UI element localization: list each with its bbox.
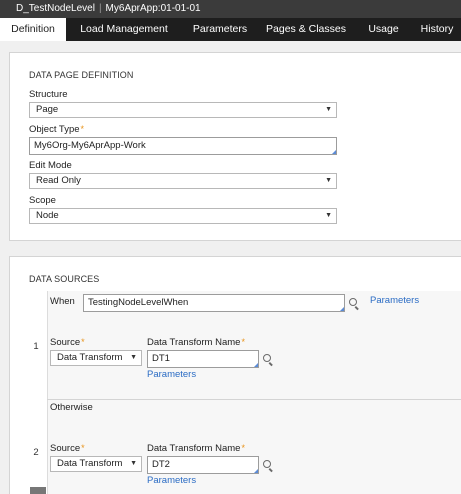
rule-title-bar: D_TestNodeLevel | My6AprApp:01-01-01 — [0, 0, 461, 18]
caret-down-icon: ▼ — [325, 106, 332, 113]
asterisk-icon: * — [80, 124, 85, 134]
asterisk-icon: * — [81, 337, 85, 347]
structure-label: Structure — [29, 89, 68, 100]
tab-pages-classes[interactable]: Pages & Classes — [258, 18, 354, 41]
autocomplete-corner-icon — [254, 363, 258, 367]
tab-bar: Definition Load Management Parameters Pa… — [0, 18, 461, 41]
autocomplete-corner-icon — [254, 469, 258, 473]
search-icon[interactable] — [263, 460, 275, 472]
source-select[interactable]: Data Transform ▼ — [50, 456, 142, 472]
object-type-label: Object Type* — [29, 124, 85, 135]
object-type-value: My6Org-My6AprApp-Work — [34, 140, 146, 151]
asterisk-icon: * — [241, 443, 245, 453]
data-transform-name-value: DT1 — [152, 353, 170, 364]
source-label: Source* — [50, 443, 85, 454]
tab-parameters[interactable]: Parameters — [182, 18, 258, 41]
tab-load-management[interactable]: Load Management — [66, 18, 182, 41]
row-number: 2 — [33, 447, 39, 458]
search-icon[interactable] — [263, 354, 275, 366]
data-page-definition-panel: DATA PAGE DEFINITION Structure Page ▼ Ob… — [9, 52, 461, 241]
title-separator: | — [98, 3, 102, 14]
data-transform-name-input[interactable]: DT1 — [147, 350, 259, 368]
data-transform-name-input[interactable]: DT2 — [147, 456, 259, 474]
asterisk-icon: * — [241, 337, 245, 347]
tab-usage[interactable]: Usage — [354, 18, 413, 41]
search-icon[interactable] — [349, 298, 361, 310]
autocomplete-corner-icon — [340, 307, 344, 311]
otherwise-label: Otherwise — [50, 402, 93, 413]
caret-down-icon: ▼ — [130, 460, 137, 467]
structure-value: Page — [36, 104, 59, 115]
parameters-link[interactable]: Parameters — [147, 475, 196, 486]
rule-name: D_TestNodeLevel — [16, 3, 95, 14]
caret-down-icon: ▼ — [325, 212, 332, 219]
edit-mode-value: Read Only — [36, 175, 81, 186]
autocomplete-corner-icon — [332, 150, 336, 154]
section-title: DATA SOURCES — [29, 274, 100, 284]
structure-select[interactable]: Page ▼ — [29, 102, 337, 118]
scroll-indicator — [30, 487, 46, 494]
edit-mode-label: Edit Mode — [29, 160, 72, 171]
when-value: TestingNodeLevelWhen — [88, 297, 189, 308]
data-transform-name-label: Data Transform Name* — [147, 443, 245, 454]
data-transform-name-label: Data Transform Name* — [147, 337, 245, 348]
data-source-row — [47, 400, 461, 494]
scope-value: Node — [36, 210, 59, 221]
when-label: When — [50, 296, 75, 307]
tab-history[interactable]: History — [413, 18, 461, 41]
tab-definition[interactable]: Definition — [0, 18, 66, 41]
caret-down-icon: ▼ — [325, 177, 332, 184]
data-sources-panel: DATA SOURCES 1 When TestingNodeLevelWhen… — [9, 256, 461, 494]
source-label: Source* — [50, 337, 85, 348]
when-parameters-link[interactable]: Parameters — [370, 295, 419, 306]
when-input[interactable]: TestingNodeLevelWhen — [83, 294, 345, 312]
edit-mode-select[interactable]: Read Only ▼ — [29, 173, 337, 189]
object-type-input[interactable]: My6Org-My6AprApp-Work — [29, 137, 337, 155]
ruleset-version: My6AprApp:01-01-01 — [105, 3, 201, 14]
row-number: 1 — [33, 341, 39, 352]
asterisk-icon: * — [81, 443, 85, 453]
source-select[interactable]: Data Transform ▼ — [50, 350, 142, 366]
section-title: DATA PAGE DEFINITION — [29, 70, 134, 80]
parameters-link[interactable]: Parameters — [147, 369, 196, 380]
data-transform-name-value: DT2 — [152, 459, 170, 470]
source-value: Data Transform — [57, 352, 123, 363]
source-value: Data Transform — [57, 458, 123, 469]
caret-down-icon: ▼ — [130, 354, 137, 361]
scope-select[interactable]: Node ▼ — [29, 208, 337, 224]
scope-label: Scope — [29, 195, 56, 206]
